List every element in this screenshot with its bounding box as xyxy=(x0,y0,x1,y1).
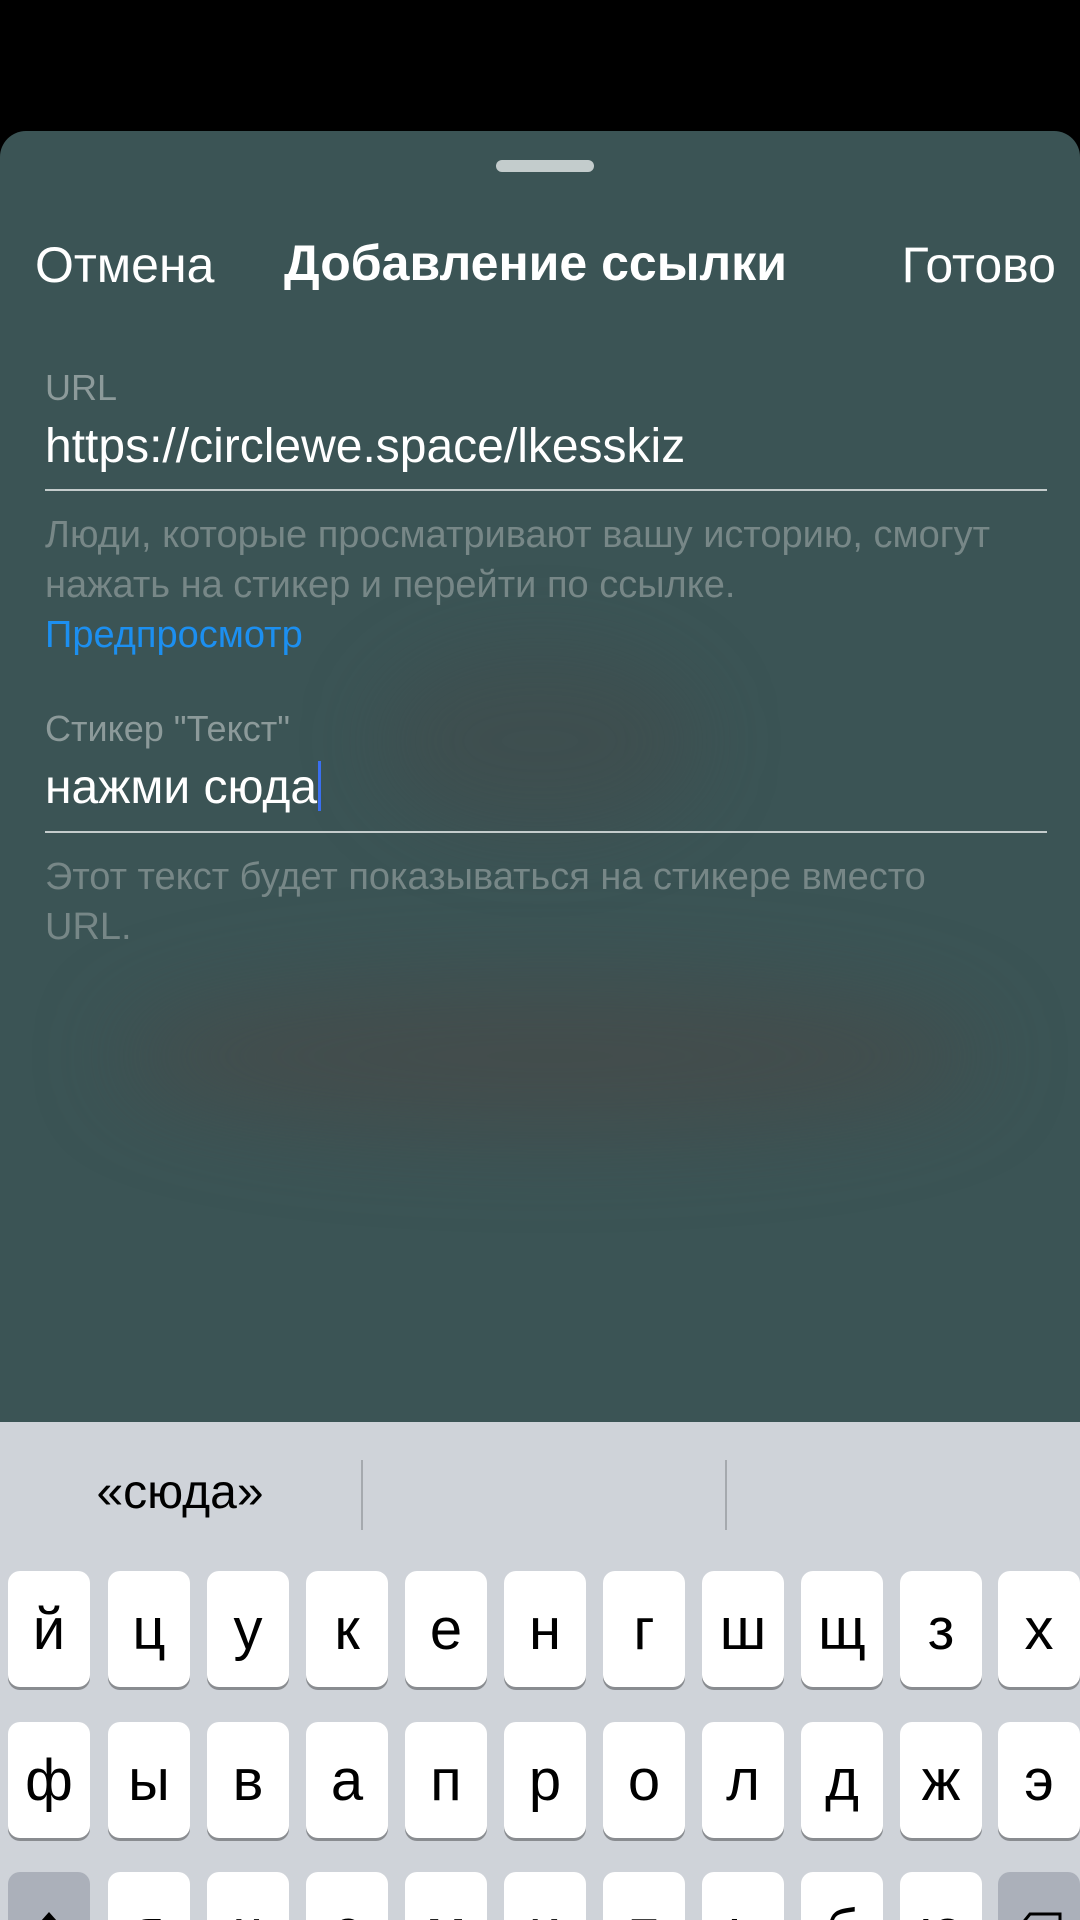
page-title: Добавление ссылки xyxy=(284,235,787,291)
sheet-grabber-handle[interactable] xyxy=(496,160,594,172)
key[interactable]: г xyxy=(603,1571,685,1687)
key[interactable]: ы xyxy=(108,1722,190,1838)
sticker-hint: Этот текст будет показываться на стикере… xyxy=(45,856,926,948)
cancel-button[interactable]: Отмена xyxy=(35,236,214,294)
key[interactable]: м xyxy=(405,1872,487,1920)
background-blur xyxy=(120,981,980,1131)
key[interactable]: у xyxy=(207,1571,289,1687)
key[interactable]: ч xyxy=(207,1872,289,1920)
key[interactable]: д xyxy=(801,1722,883,1838)
key[interactable]: л xyxy=(702,1722,784,1838)
url-underline xyxy=(45,489,1047,491)
key[interactable]: в xyxy=(207,1722,289,1838)
key[interactable]: ш xyxy=(702,1571,784,1687)
key[interactable]: б xyxy=(801,1872,883,1920)
key[interactable]: и xyxy=(504,1872,586,1920)
key[interactable]: п xyxy=(405,1722,487,1838)
key[interactable]: з xyxy=(900,1571,982,1687)
key[interactable]: ж xyxy=(900,1722,982,1838)
key[interactable]: ь xyxy=(702,1872,784,1920)
url-label: URL xyxy=(45,367,118,408)
key[interactable]: о xyxy=(603,1722,685,1838)
text-cursor xyxy=(318,761,322,811)
suggestion-bar: «сюда» xyxy=(0,1422,1080,1562)
key[interactable]: э xyxy=(998,1722,1080,1838)
backspace-icon xyxy=(1014,1897,1064,1920)
key[interactable]: н xyxy=(504,1571,586,1687)
background-blur xyxy=(380,651,700,831)
key[interactable]: ю xyxy=(900,1872,982,1920)
preview-link[interactable]: Предпросмотр xyxy=(45,614,303,656)
sticker-text-value: нажми сюда xyxy=(45,761,318,814)
key[interactable]: е xyxy=(405,1571,487,1687)
sticker-text-underline xyxy=(45,831,1047,833)
url-hint-text: Люди, которые просматривают вашу историю… xyxy=(45,514,991,606)
backspace-key[interactable] xyxy=(998,1872,1080,1920)
suggestion-1[interactable]: «сюда» xyxy=(0,1422,360,1562)
key[interactable]: к xyxy=(306,1571,388,1687)
key[interactable]: щ xyxy=(801,1571,883,1687)
suggestion-3[interactable] xyxy=(727,1422,1080,1562)
keyboard: «сюда» й ц у к е н г ш щ з х ф ы в а п р… xyxy=(0,1422,1080,1920)
key[interactable]: я xyxy=(108,1872,190,1920)
url-hint: Люди, которые просматривают вашу историю… xyxy=(45,510,1045,660)
key[interactable]: т xyxy=(603,1872,685,1920)
key[interactable]: х xyxy=(998,1571,1080,1687)
url-input[interactable]: https://circlewe.space/lkesskiz xyxy=(45,419,685,474)
key[interactable]: а xyxy=(306,1722,388,1838)
suggestion-2[interactable] xyxy=(363,1422,723,1562)
key[interactable]: й xyxy=(8,1571,90,1687)
shift-arrow-icon xyxy=(27,1897,71,1920)
key[interactable]: ф xyxy=(8,1722,90,1838)
nav-bar: Отмена Добавление ссылки Готово xyxy=(0,226,1080,296)
key[interactable]: ц xyxy=(108,1571,190,1687)
shift-key[interactable] xyxy=(8,1872,90,1920)
sticker-text-input[interactable]: нажми сюда xyxy=(45,760,322,815)
sticker-text-label: Стикер "Текст" xyxy=(45,708,290,749)
key[interactable]: р xyxy=(504,1722,586,1838)
screen: Отмена Добавление ссылки Готово URL http… xyxy=(0,0,1080,1920)
done-button[interactable]: Готово xyxy=(902,236,1056,294)
key[interactable]: с xyxy=(306,1872,388,1920)
